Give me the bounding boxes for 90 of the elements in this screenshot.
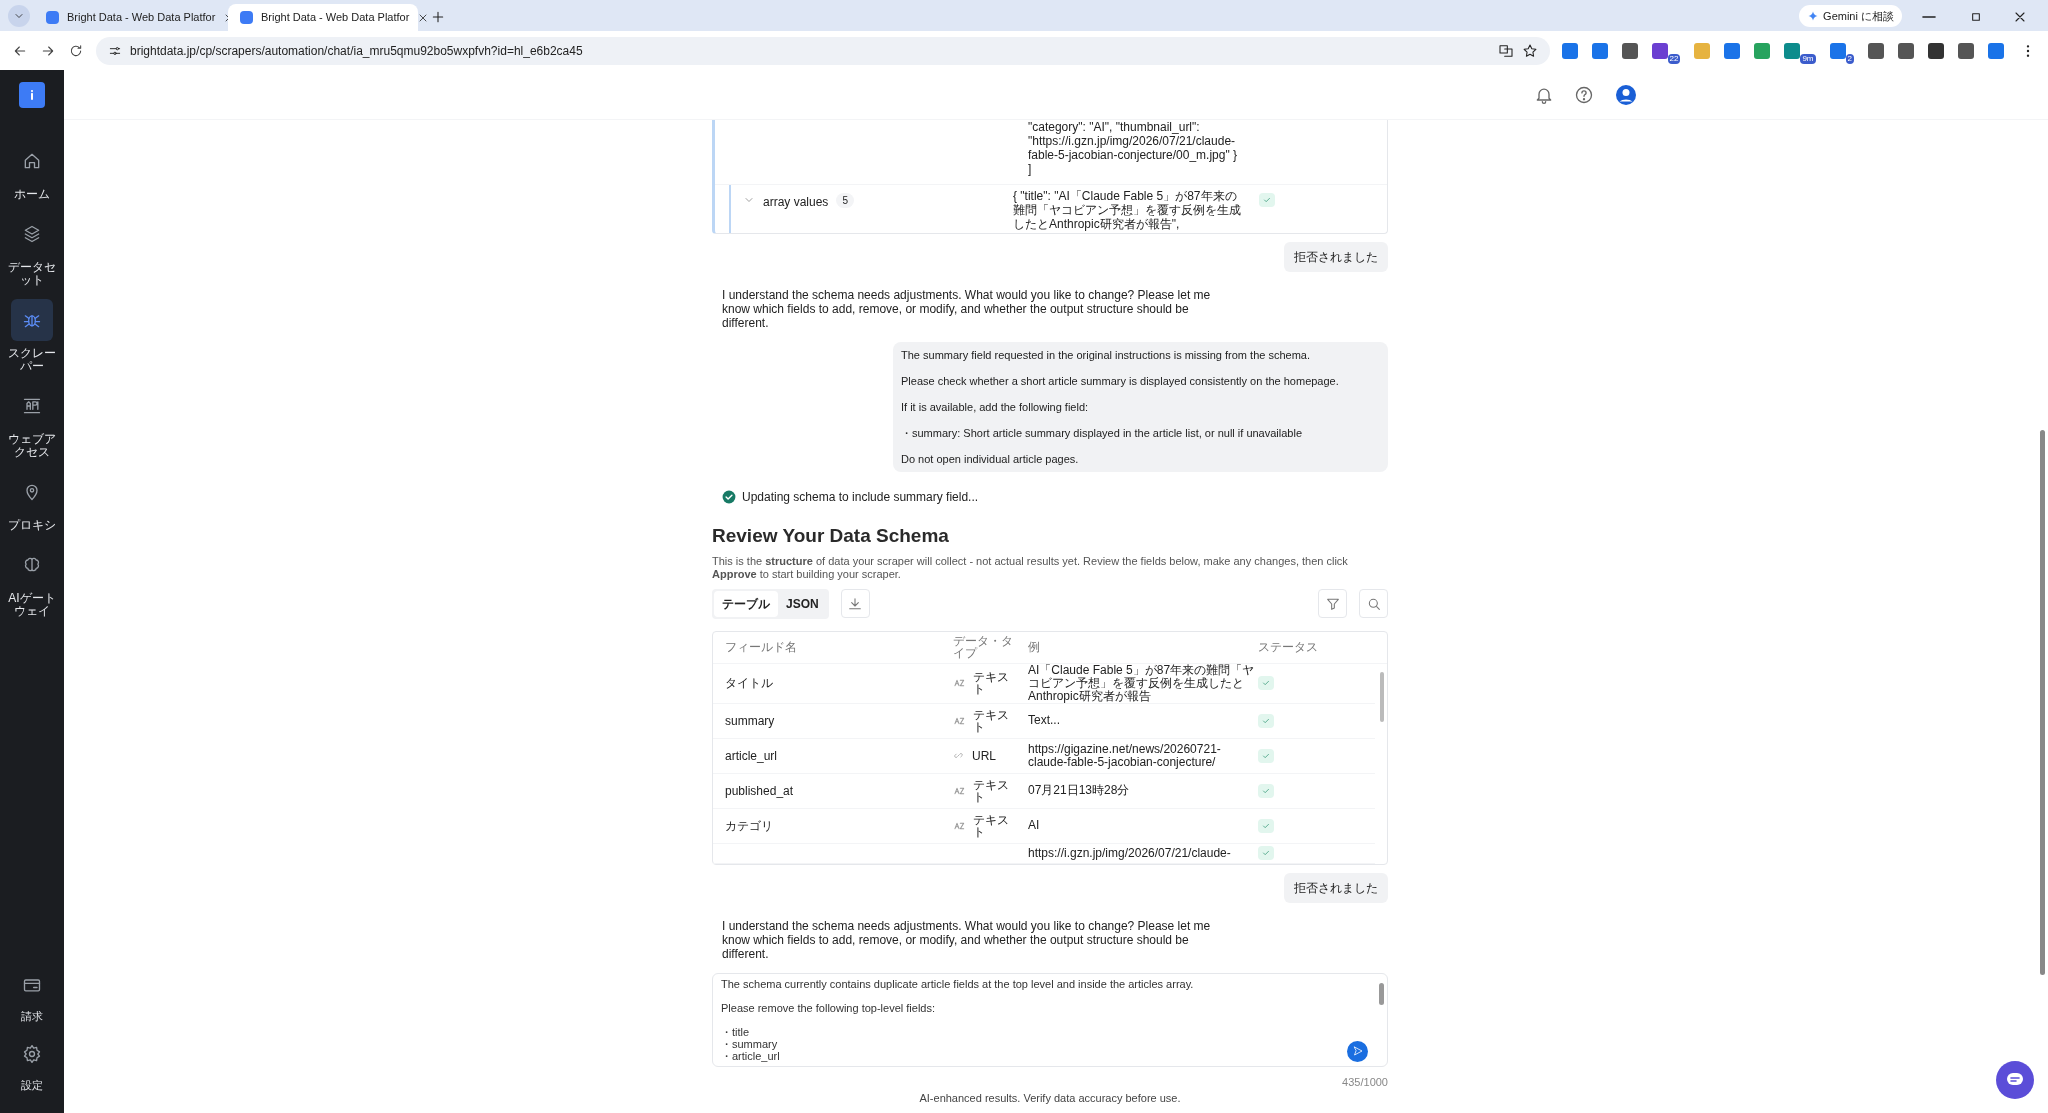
table-cell-text: summary (725, 712, 776, 730)
rejected-label: 拒否されました (1284, 872, 1388, 903)
table-cell-text: published_at (725, 782, 795, 800)
message-paragraph: Please check whether a short article summary is displayed consistently on the homepage. (901, 374, 1340, 388)
link-icon (953, 750, 964, 761)
favicon-icon (240, 11, 253, 24)
extension-icon[interactable] (1898, 42, 1914, 59)
table-cell-text: タイトル (725, 675, 774, 692)
message-paragraph: The summary field requested in the original instructions is missing from the schema. (901, 348, 1311, 362)
sidebar-item[interactable]: 設定 (4, 1036, 60, 1093)
message-paragraph: ・summary: Short article summary displayed in the article list, or null if unavailable (901, 426, 1304, 440)
user-avatar-icon (1614, 82, 1638, 107)
table-cell: テキスト (973, 708, 1009, 733)
table-cell-text: URL (972, 749, 997, 762)
star-icon (1521, 42, 1538, 59)
table-cell-text: https://i.gzn.jp/img/2026/07/21/claude- (1028, 846, 1232, 860)
minimize-icon (1922, 16, 1936, 18)
table-cell-text: AI (1028, 819, 1041, 832)
assistant-message: I understand the schema needs adjustments. What would you like to change? Please let me know which fields to add, remove, or modify, and whether the output structure should be different. (722, 918, 1212, 961)
column-header: データ・タイプ (953, 635, 1014, 659)
api-icon (22, 396, 42, 416)
extension-icon[interactable] (1621, 42, 1638, 59)
extension-badge: 2 (1845, 53, 1854, 64)
new-tab-icon (430, 9, 446, 25)
gemini-button[interactable]: Gemini に相談 (1799, 5, 1902, 27)
text-type-icon (953, 786, 965, 795)
message-paragraph: If it is available, add the following field: (901, 400, 1090, 414)
logo-icon (19, 82, 45, 108)
extension-icon[interactable] (1958, 42, 1974, 59)
table-cell: テキスト (973, 778, 1009, 803)
count-badge: 5 (836, 193, 854, 208)
reload-icon (68, 42, 84, 59)
scrollbar[interactable] (2040, 430, 2045, 975)
extension-badge: 9m (1800, 53, 1816, 64)
send-button[interactable] (1347, 1040, 1368, 1062)
favicon-icon (46, 11, 59, 24)
text-type-icon (953, 821, 965, 830)
input-scrollbar[interactable] (1379, 982, 1384, 1005)
sidebar-item[interactable]: データセット (4, 213, 60, 287)
sidebar-item[interactable]: スクレーパー (4, 299, 60, 373)
chat-button[interactable] (1996, 1061, 2034, 1099)
sidebar-item[interactable]: ウェブアクセス (4, 385, 60, 459)
message-paragraph: Do not open individual article pages. (901, 452, 1080, 466)
home-icon (22, 151, 42, 171)
table-cell-text: article_url (725, 747, 779, 765)
download-button[interactable] (840, 589, 870, 618)
layers-icon (22, 224, 42, 244)
search-button[interactable] (1359, 589, 1388, 618)
table-cell-text: 07月21日13時28分 (1028, 784, 1131, 797)
table-cell-text: カテゴリ (725, 817, 774, 835)
column-header: 例 (1028, 639, 1041, 656)
message-input[interactable]: The schema currently contains duplicate article fields at the top level and inside the articles array. Please remove the following top-level fields: ・title ・summary ・article_url (712, 972, 1388, 1067)
help-icon (1574, 84, 1594, 105)
address-bar[interactable]: brightdata.jp/cp/scrapers/automation/chat/ia_mru5qmu92bo5wxpfvh?id=hl_e6b2ca45 (96, 36, 1550, 65)
text-type-icon (953, 679, 965, 687)
status-text: Updating schema to include summary field... (742, 489, 979, 506)
settings-icon (22, 1043, 42, 1064)
table-cell-text: AI「Claude Fable 5」が87年来の難問「ヤコビアン予想」を覆す反例を生成したとAnthropic研究者が報告 (1028, 663, 1256, 703)
schema-heading: Review Your Data Schema (712, 524, 950, 548)
schema-description: This is the structure of data your scraper will collect - not actual results yet. Review the fields below, make any changes, then click Approve to start building your scraper. (712, 554, 1349, 581)
disclaimer-text: AI-enhanced results. Verify data accuracy before use. (919, 1091, 1181, 1106)
assistant-message: I understand the schema needs adjustments. What would you like to change? Please let me know which fields to add, remove, or modify, and whether the output structure should be different. (722, 288, 1212, 330)
table-cell-text: https://gigazine.net/news/20260721-claude-fable-5-jacobian-conjecture/ (1028, 742, 1222, 769)
table-cell: テキスト (973, 813, 1009, 838)
rejected-label: 拒否されました (1284, 242, 1388, 272)
download-icon (847, 595, 864, 612)
extension-icon[interactable] (1868, 42, 1884, 59)
column-header: フィールド名 (725, 639, 798, 656)
translate-icon (1497, 42, 1514, 59)
sidebar-item[interactable]: ホーム (4, 140, 60, 201)
extension-badge: 22 (1667, 53, 1681, 64)
column-header: ステータス (1258, 639, 1319, 656)
character-counter: 435/1000 (1342, 1074, 1388, 1090)
sidebar-item[interactable]: 請求 (4, 968, 60, 1025)
sidebar-item[interactable]: AIゲートウェイ (4, 544, 60, 618)
table-cell: テキスト (973, 671, 1009, 695)
view-tab[interactable]: JSON (778, 590, 827, 617)
filter-button[interactable] (1318, 589, 1347, 618)
expand-toggle[interactable]: array values 5 (731, 189, 1013, 233)
view-tab[interactable]: テーブル (714, 590, 778, 617)
extension-icon[interactable] (1651, 42, 1668, 59)
sparkle-icon (1807, 10, 1820, 22)
table-cell-text: Text... (1028, 714, 1061, 727)
table-scrollbar[interactable] (1380, 671, 1384, 722)
sidebar-item[interactable]: プロキシ (4, 471, 60, 532)
example-text: { "title": "AI「Claude Fable 5」が87年来の難問「ヤコビアン予想」を覆す反例を生成したとAnthropic研究者が報告", (1013, 189, 1242, 233)
example-text: "category": "AI", "thumbnail_url": "https://i.gzn.jp/img/2026/07/21/claude- fable-5-jacobian-conjecture/00_m.jpg" } ] (1028, 120, 1238, 176)
send-icon (1351, 1045, 1364, 1057)
text-type-icon (953, 716, 965, 725)
extension-icon[interactable] (1928, 42, 1944, 59)
